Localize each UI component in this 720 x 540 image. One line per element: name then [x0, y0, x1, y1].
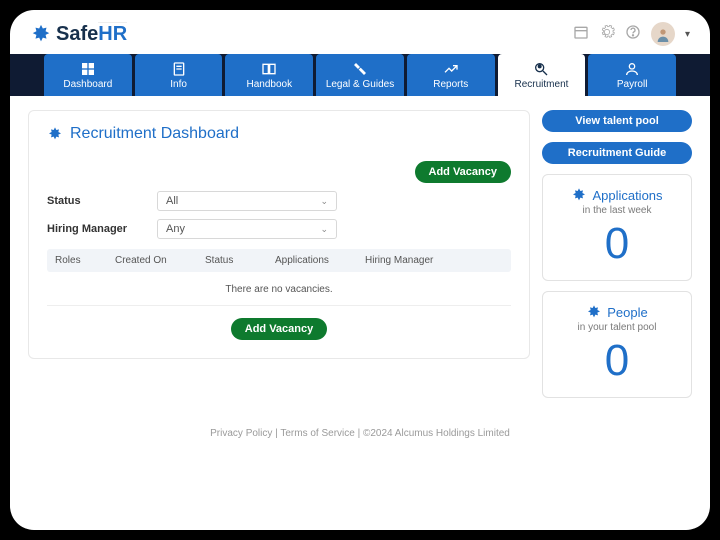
people-card-title: People: [553, 304, 681, 320]
sidebar: View talent pool Recruitment Guide Appli…: [542, 110, 692, 398]
gear-icon[interactable]: [599, 24, 615, 45]
topbar: SafeHR ▾: [10, 10, 710, 54]
status-value: All: [166, 195, 178, 207]
tab-label: Handbook: [247, 79, 293, 90]
tab-label: Dashboard: [63, 79, 112, 90]
col-roles: Roles: [55, 255, 115, 266]
footer-text[interactable]: Privacy Policy | Terms of Service | ©202…: [210, 428, 510, 439]
logo-icon: [30, 23, 52, 45]
calendar-icon[interactable]: [573, 24, 589, 45]
table-header: Roles Created On Status Applications Hir…: [47, 249, 511, 272]
add-vacancy-button-bottom[interactable]: Add Vacancy: [231, 318, 327, 340]
card-title-text: Applications: [592, 188, 662, 203]
add-vacancy-row-top: Add Vacancy: [47, 161, 511, 183]
help-icon[interactable]: [625, 24, 641, 45]
tab-label: Info: [170, 79, 187, 90]
col-applications: Applications: [275, 255, 365, 266]
recruitment-guide-button[interactable]: Recruitment Guide: [542, 142, 692, 164]
avatar[interactable]: [651, 22, 675, 46]
add-vacancy-row-bottom: Add Vacancy: [47, 318, 511, 340]
card-title-text: People: [607, 305, 647, 320]
content: Recruitment Dashboard Add Vacancy Status…: [10, 96, 710, 408]
status-label: Status: [47, 195, 157, 207]
divider: [47, 305, 511, 306]
main-panel: Recruitment Dashboard Add Vacancy Status…: [28, 110, 530, 359]
top-icons: ▾: [573, 22, 690, 46]
flower-icon: [47, 126, 63, 142]
empty-message: There are no vacancies.: [47, 272, 511, 305]
page-title-text: Recruitment Dashboard: [70, 125, 239, 143]
tab-recruitment[interactable]: Recruitment: [498, 54, 586, 96]
tab-info[interactable]: Info: [135, 54, 223, 96]
tab-label: Reports: [433, 79, 468, 90]
manager-value: Any: [166, 223, 185, 235]
flower-icon: [586, 304, 602, 320]
people-card-value: 0: [553, 339, 681, 383]
logo-text: SafeHR: [56, 23, 127, 46]
col-manager: Hiring Manager: [365, 255, 475, 266]
tab-legal[interactable]: Legal & Guides: [316, 54, 404, 96]
chevron-down-icon[interactable]: ▾: [685, 29, 690, 40]
applications-card: Applications in the last week 0: [542, 174, 692, 281]
navbar: Dashboard Info Handbook Legal & Guides R…: [10, 54, 710, 96]
applications-card-sub: in the last week: [553, 205, 681, 216]
tab-reports[interactable]: Reports: [407, 54, 495, 96]
col-created: Created On: [115, 255, 205, 266]
tab-label: Legal & Guides: [326, 79, 394, 90]
add-vacancy-button-top[interactable]: Add Vacancy: [415, 161, 511, 183]
tab-payroll[interactable]: Payroll: [588, 54, 676, 96]
people-card: People in your talent pool 0: [542, 291, 692, 398]
applications-card-title: Applications: [553, 187, 681, 203]
manager-select[interactable]: Any ⌄: [157, 219, 337, 239]
tab-label: Payroll: [617, 79, 648, 90]
col-status: Status: [205, 255, 275, 266]
filters: Status All ⌄ Hiring Manager Any ⌄: [47, 191, 511, 239]
applications-card-value: 0: [553, 222, 681, 266]
chevron-down-icon: ⌄: [320, 224, 328, 235]
logo[interactable]: SafeHR: [30, 23, 127, 46]
manager-label: Hiring Manager: [47, 223, 157, 235]
app-frame: SafeHR ▾ Dashboard Info Handbook Legal &…: [10, 10, 710, 530]
flower-icon: [571, 187, 587, 203]
chevron-down-icon: ⌄: [320, 196, 328, 207]
status-select[interactable]: All ⌄: [157, 191, 337, 211]
tab-handbook[interactable]: Handbook: [225, 54, 313, 96]
view-talent-pool-button[interactable]: View talent pool: [542, 110, 692, 132]
page-title: Recruitment Dashboard: [47, 125, 511, 143]
footer: Privacy Policy | Terms of Service | ©202…: [10, 408, 710, 439]
tab-label: Recruitment: [515, 79, 569, 90]
tab-dashboard[interactable]: Dashboard: [44, 54, 132, 96]
people-card-sub: in your talent pool: [553, 322, 681, 333]
